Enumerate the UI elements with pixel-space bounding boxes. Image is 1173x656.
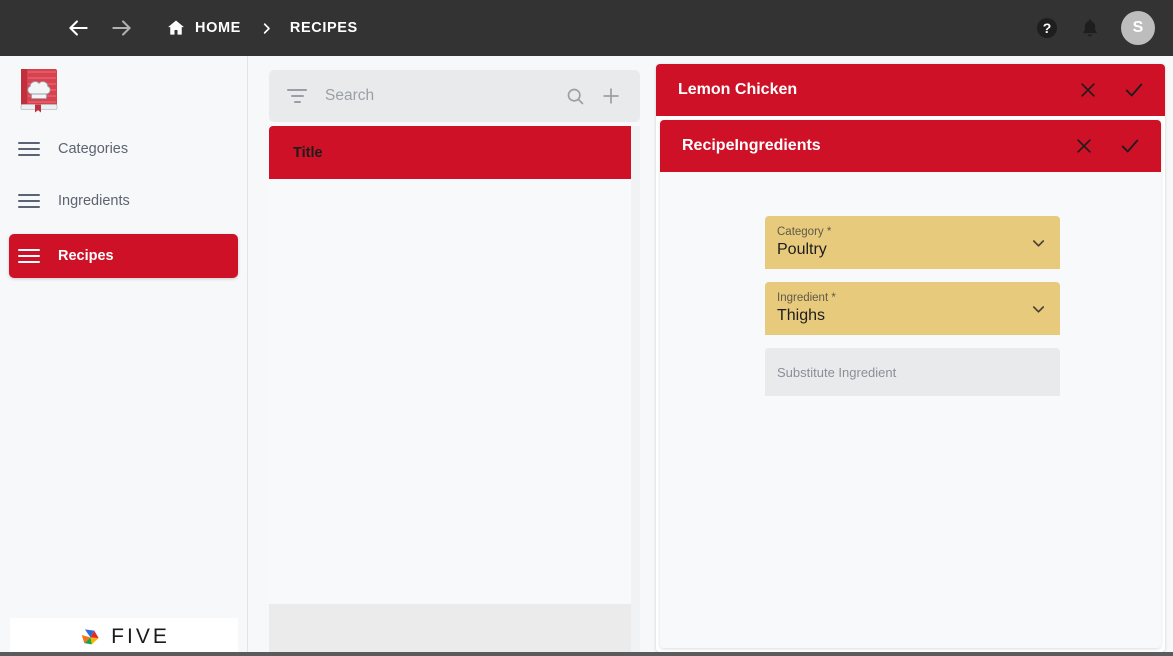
check-icon[interactable] bbox=[1121, 77, 1147, 103]
sidebar: Categories Ingredients Recipes FIVE bbox=[0, 56, 248, 656]
search-input[interactable] bbox=[307, 87, 554, 105]
ingredient-field[interactable]: Ingredient * Thighs bbox=[765, 282, 1060, 335]
help-circle-icon[interactable]: ? bbox=[1035, 16, 1059, 40]
footer-brand: FIVE bbox=[10, 618, 238, 656]
recipe-ingredients-actions bbox=[1071, 133, 1143, 159]
substitute-ingredient-field[interactable]: Substitute Ingredient bbox=[765, 348, 1060, 396]
category-field[interactable]: Category * Poultry bbox=[765, 216, 1060, 269]
close-icon[interactable] bbox=[1071, 133, 1097, 159]
avatar[interactable]: S bbox=[1121, 11, 1155, 45]
hamburger-icon[interactable] bbox=[20, 18, 46, 38]
grid-footer bbox=[269, 604, 640, 656]
breadcrumb-home[interactable]: HOME bbox=[166, 18, 241, 38]
sidebar-item-ingredients[interactable]: Ingredients bbox=[9, 182, 238, 220]
menu-icon bbox=[18, 142, 40, 156]
recipe-ingredients-form-body: Category * Poultry Ingredient * Thighs S… bbox=[660, 172, 1161, 648]
recipe-ingredients-header: RecipeIngredients bbox=[660, 120, 1161, 172]
chevron-down-icon[interactable] bbox=[1029, 233, 1048, 252]
application-window: HOME RECIPES ? S Categories Ingredients … bbox=[0, 0, 1173, 656]
category-field-label: Category * bbox=[777, 226, 832, 238]
top-bar-actions: ? S bbox=[1035, 11, 1155, 45]
filter-icon[interactable] bbox=[287, 89, 307, 103]
home-icon bbox=[166, 18, 186, 38]
sidebar-nav: Categories Ingredients Recipes bbox=[0, 130, 247, 278]
bell-icon[interactable] bbox=[1079, 17, 1101, 39]
sidebar-item-categories[interactable]: Categories bbox=[9, 130, 238, 168]
recipe-ingredients-title: RecipeIngredients bbox=[682, 137, 821, 154]
grid-scrollbar[interactable] bbox=[631, 126, 640, 656]
sidebar-item-label: Categories bbox=[58, 141, 129, 157]
sidebar-item-label: Ingredients bbox=[58, 193, 130, 209]
sidebar-item-label: Recipes bbox=[58, 248, 114, 264]
menu-icon bbox=[18, 194, 40, 208]
menu-icon bbox=[18, 249, 40, 263]
breadcrumb-home-label: HOME bbox=[195, 20, 241, 36]
recipe-detail-panel: Lemon Chicken RecipeIngredients Category… bbox=[648, 56, 1173, 656]
ingredient-field-value: Thighs bbox=[777, 307, 826, 324]
five-brand-label: FIVE bbox=[111, 625, 170, 648]
top-navigation-bar: HOME RECIPES ? S bbox=[0, 0, 1173, 56]
chevron-down-icon[interactable] bbox=[1029, 299, 1048, 318]
check-icon[interactable] bbox=[1117, 133, 1143, 159]
grid-header-row: Title bbox=[269, 126, 640, 179]
plus-icon[interactable] bbox=[596, 81, 626, 111]
grid-body[interactable] bbox=[269, 179, 640, 604]
breadcrumb-current-label: RECIPES bbox=[289, 20, 358, 36]
substitute-ingredient-label: Substitute Ingredient bbox=[777, 364, 897, 380]
five-pinwheel-icon bbox=[81, 628, 99, 644]
ingredient-field-label: Ingredient * bbox=[777, 292, 836, 304]
back-button[interactable] bbox=[60, 10, 96, 46]
category-field-value: Poultry bbox=[777, 241, 827, 258]
grid-column-title[interactable]: Title bbox=[293, 145, 323, 161]
forward-button[interactable] bbox=[104, 10, 140, 46]
search-bar bbox=[269, 70, 640, 122]
recipe-ingredients-subform: RecipeIngredients Category * Poultry Ing… bbox=[660, 120, 1161, 648]
cookbook-icon bbox=[20, 69, 58, 113]
chevron-right-icon bbox=[259, 21, 274, 36]
recipe-grid: Title bbox=[269, 126, 640, 656]
window-bottom-edge bbox=[0, 652, 1173, 656]
sidebar-item-recipes[interactable]: Recipes bbox=[9, 234, 238, 278]
svg-text:?: ? bbox=[1043, 20, 1052, 36]
search-icon[interactable] bbox=[560, 81, 590, 111]
recipe-list-panel: Title bbox=[260, 56, 640, 656]
close-icon[interactable] bbox=[1075, 77, 1101, 103]
recipe-form-actions bbox=[1075, 77, 1147, 103]
recipe-form-header: Lemon Chicken bbox=[656, 64, 1165, 116]
recipe-form-card: Lemon Chicken RecipeIngredients Category… bbox=[656, 64, 1165, 652]
app-logo bbox=[0, 56, 247, 126]
recipe-form-title: Lemon Chicken bbox=[678, 81, 798, 98]
